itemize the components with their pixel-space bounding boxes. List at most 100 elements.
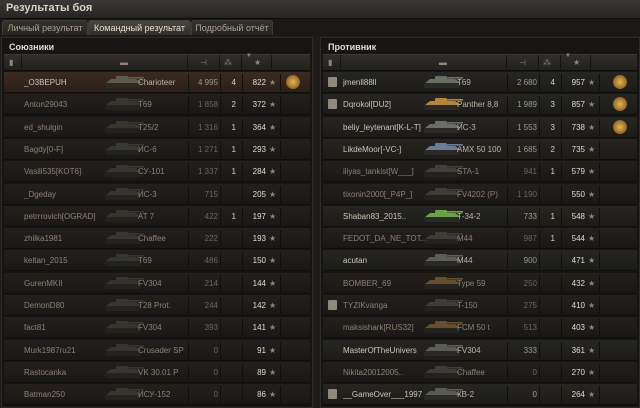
vehicle-name: AMX 50 100 [457,144,502,154]
window-titlebar[interactable]: Результаты боя [0,0,640,19]
vehicle-name: T69 [138,100,152,110]
tab-detailed-report[interactable]: Подробный отчёт [191,20,273,35]
medal-icon[interactable] [613,75,627,89]
tab-bar: Личный результат Командный результат Под… [0,19,640,36]
player-row[interactable]: _O3BEPUH Charioteer 4 995 4 822 ★ [4,72,310,93]
xp-value: 471 [571,256,585,266]
player-row[interactable]: Vasili535[KOT6] СУ-101 1 337 1 284 ★ [4,161,310,183]
column-damage[interactable]: ⊣ [188,55,220,70]
player-row[interactable]: Bagdy[0-F] ИС-6 1 271 1 293 ★ [4,138,310,160]
player-row[interactable]: Nikita20012005.. Chaffee 0 270 ★ [323,361,637,383]
star-icon: ★ [269,278,277,288]
damage-value: 422 [204,211,218,221]
xp-value: 264 [571,390,585,400]
player-row[interactable]: acutan M44 900 471 ★ [323,250,637,272]
xp-value: 403 [571,323,585,333]
tab-personal-result[interactable]: Личный результат [2,20,88,35]
player-row[interactable]: MasterOfTheUnivers FV304 333 361 ★ [323,339,637,361]
medal-icon[interactable] [613,97,627,112]
column-platoon[interactable]: ▮ [323,55,341,70]
damage-value: 214 [204,278,218,288]
tank-icon: ▬ [439,58,447,67]
player-row[interactable]: keltan_2015 T69 486 150 ★ [4,250,310,272]
vehicle-name: T25/2 [138,122,159,132]
xp-value: 550 [571,189,585,199]
player-row[interactable]: FEDOT_DA_NE_TOT... M44 987 1 544 ★ [323,228,637,250]
player-row[interactable]: BOMBER_69 Type 59 250 432 ★ [323,272,637,294]
player-row[interactable]: __GameOver___1997 КВ-2 0 264 ★ [323,384,637,406]
xp-value: 150 [252,256,266,266]
column-kills[interactable]: ⁂ [539,55,561,70]
player-row[interactable]: maksishark[RUS32] FCM 50 t 513 403 ★ [323,317,637,339]
vehicle-name: M44 [457,234,473,244]
damage-value: 244 [204,301,218,310]
player-row[interactable]: Batman250 ИСУ-152 0 86 ★ [4,384,310,406]
xp-value: 579 [571,167,585,177]
player-row[interactable]: ed_shulgin T25/2 1 316 1 364 ★ [4,116,310,138]
player-row[interactable]: tixonin2000[_P4P_] FV4202 (P) 1 190 550 ★ [323,183,637,205]
xp-value: 144 [252,278,266,288]
player-row[interactable]: Dqrokol[DU2] Panther 8,8 1 989 3 857 ★ [323,94,637,116]
kills-value: 1 [550,234,555,244]
player-row[interactable]: LikdeMoor[-VC-] AMX 50 100 1 685 2 735 ★ [323,138,637,160]
star-icon: ★ [269,367,277,377]
column-xp[interactable]: ★ ▼ [242,53,272,70]
vehicle-name: Type 59 [457,278,486,288]
player-row[interactable]: Anton29043 T69 1 858 2 372 ★ [4,94,310,116]
player-row[interactable]: fact81 FV304 393 141 ★ [4,317,310,339]
xp-value: 372 [252,100,266,110]
star-icon: ★ [588,211,596,221]
allies-title: Союзники [9,42,55,52]
damage-value: 1 190 [516,189,537,199]
player-row[interactable]: beliy_leytenant[K-L-T] ИС-3 1 553 3 738 ★ [323,116,637,138]
player-row[interactable]: _Dgeday ИС-3 715 205 ★ [4,183,310,205]
kills-value: 1 [231,122,236,132]
xp-value: 86 [257,390,266,400]
star-icon: ★ [269,323,277,333]
player-row[interactable]: Shaban83_2015.. Т-34-2 733 1 548 ★ [323,205,637,227]
player-row[interactable]: GurenMKII FV304 214 144 ★ [4,272,310,294]
platoon-icon [328,300,337,310]
vehicle-name: FV4202 (P) [457,189,498,199]
column-damage[interactable]: ⊣ [507,55,539,70]
allies-column-header: ▮ ▬ ⊣ ⁂ ★ ▼ [4,53,310,71]
vehicle-name: T-150 [457,301,478,310]
damage-value: 0 [213,345,218,355]
window-title: Результаты боя [6,2,93,14]
tab-team-result[interactable]: Командный результат [88,20,191,35]
column-vehicle[interactable]: ▬ [22,55,188,70]
star-icon: ★ [588,122,596,132]
xp-value: 410 [571,301,585,310]
vehicle-name: ИС-6 [138,144,157,154]
column-xp[interactable]: ★ ▼ [561,53,591,70]
vehicle-name: Crusader SP [138,345,184,355]
column-kills[interactable]: ⁂ [220,55,242,70]
star-icon: ★ [269,390,277,400]
damage-value: 393 [204,323,218,333]
player-row[interactable]: petrrrovich[OGRAD] AT 7 422 1 197 ★ [4,205,310,227]
damage-icon: ⊣ [519,58,526,67]
vehicle-name: Т-34-2 [457,211,481,221]
xp-value: 361 [571,345,585,355]
column-vehicle[interactable]: ▬ [341,55,507,70]
player-row[interactable]: DemonD80 T28 Prot. 244 142 ★ [4,295,310,316]
player-row[interactable]: zhilka1981 Chaffee 222 193 ★ [4,228,310,250]
kills-value: 1 [231,144,236,154]
player-row[interactable]: jmenll88ll T69 2 680 4 957 ★ [323,72,637,93]
damage-value: 486 [204,256,218,266]
damage-value: 1 685 [516,144,537,154]
medal-icon[interactable] [286,75,300,89]
vehicle-name: Chaffee [457,367,485,377]
damage-value: 0 [213,367,218,377]
player-row[interactable]: Murk1987ru21 Crusader SP 0 91 ★ [4,339,310,361]
player-row[interactable]: TYZIKvanga T-150 275 410 ★ [323,295,637,316]
damage-value: 250 [523,278,537,288]
player-row[interactable]: iliyas_tankist[W___] STA-1 941 1 579 ★ [323,161,637,183]
star-icon: ★ [573,58,581,67]
damage-value: 0 [532,390,537,400]
column-platoon[interactable]: ▮ [4,55,22,70]
medal-icon[interactable] [613,119,627,134]
player-row[interactable]: Rastocanka VK 30.01 P 0 89 ★ [4,361,310,383]
star-icon: ★ [269,100,277,110]
star-icon: ★ [588,189,596,199]
